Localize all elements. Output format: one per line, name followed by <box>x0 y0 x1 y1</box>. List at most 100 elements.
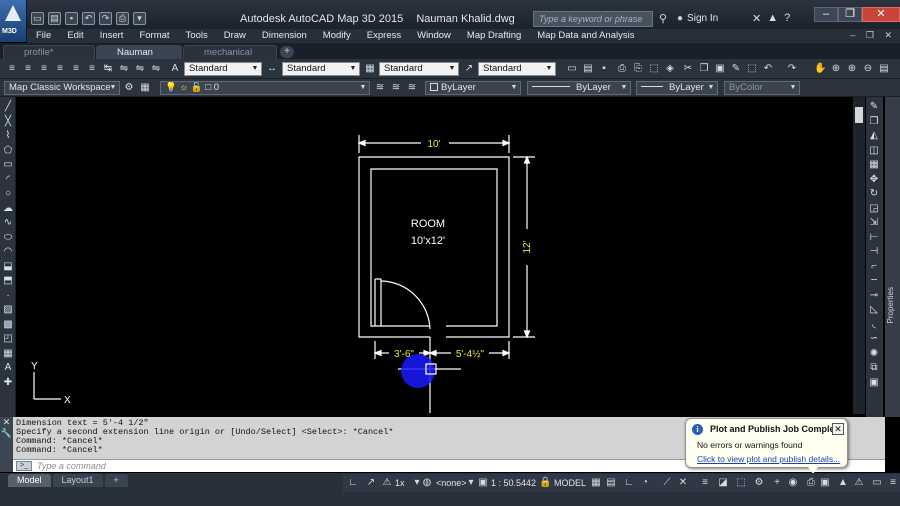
table-icon[interactable]: ▦ <box>2 348 14 360</box>
help-icon[interactable]: ? <box>784 12 790 25</box>
document-window-controls[interactable]: – ❐ ✕ <box>850 30 896 41</box>
menu-item-tools[interactable]: Tools <box>178 29 216 43</box>
transparency-icon[interactable]: ◪ <box>717 477 729 489</box>
construction-line-icon[interactable]: ╳ <box>2 116 14 128</box>
trim-icon[interactable]: ⊢ <box>868 232 880 244</box>
open-file-icon[interactable]: ▤ <box>48 11 61 25</box>
isolate-objects-icon[interactable]: ⚠ <box>853 477 865 489</box>
tab-model[interactable]: Model <box>8 474 51 487</box>
multiline-text-icon[interactable]: A <box>2 362 14 374</box>
new-tab-button[interactable]: + <box>280 46 294 58</box>
line-icon[interactable]: ╱ <box>2 101 14 113</box>
text-style-dropdown[interactable]: Standard ▼ <box>184 62 262 76</box>
insert-block-icon[interactable]: ⬓ <box>2 261 14 273</box>
application-menu-button[interactable]: M3D <box>0 0 27 42</box>
communication-center-icon[interactable]: ▣ <box>819 477 831 489</box>
layer-tool-icon[interactable]: ↹ <box>102 63 114 75</box>
file-tab-nauman-khalid[interactable]: Nauman Khalid* <box>96 45 182 72</box>
object-snap-tracking-icon[interactable]: ↗ <box>365 477 377 489</box>
arc-icon[interactable]: ◜ <box>2 174 14 186</box>
clean-screen-icon[interactable]: ▭ <box>871 477 883 489</box>
polyline-icon[interactable]: ⌇ <box>2 130 14 142</box>
layer-tool-icon[interactable]: ⇋ <box>150 63 162 75</box>
fillet-icon[interactable]: ◟ <box>868 319 880 331</box>
3d-dwf-icon[interactable]: ◈ <box>664 63 676 75</box>
offset-icon[interactable]: ◫ <box>868 145 880 157</box>
array-icon[interactable]: ▦ <box>868 159 880 171</box>
break-icon[interactable]: ╌ <box>868 275 880 287</box>
osnap-icon[interactable]: ✕ <box>677 477 689 489</box>
layer-tool-icon[interactable]: ≡ <box>22 63 34 75</box>
move-icon[interactable]: ✥ <box>868 174 880 186</box>
dimension-style-dropdown[interactable]: Standard ▼ <box>282 62 360 76</box>
snap-mode-icon[interactable]: ∟ <box>347 477 359 489</box>
save-drawing-icon[interactable]: ▪ <box>598 63 610 75</box>
cut-icon[interactable]: ✂ <box>682 63 694 75</box>
ellipse-arc-icon[interactable]: ◠ <box>2 246 14 258</box>
new-file-icon[interactable]: ▭ <box>31 11 44 25</box>
layer-tool-icon[interactable]: ≡ <box>6 63 18 75</box>
layer-tool-icon[interactable]: ≡ <box>86 63 98 75</box>
menu-item-express[interactable]: Express <box>359 29 409 43</box>
map-scale-icon[interactable]: ▣ <box>477 477 489 489</box>
notification-close-button[interactable]: ✕ <box>832 423 844 435</box>
binoculars-search-icon[interactable]: ⚲ <box>659 12 673 26</box>
minimize-button[interactable]: – <box>814 7 838 22</box>
dropdown-arrow-icon[interactable]: ▾ <box>465 477 477 489</box>
annotation-visibility-scale[interactable]: 1x <box>395 476 405 490</box>
circle-icon[interactable]: ○ <box>2 188 14 200</box>
properties-icon[interactable]: ▤ <box>878 63 890 75</box>
workspace-switching-icon[interactable]: ⚙ <box>753 477 765 489</box>
file-tab-mechanical-fitting[interactable]: mechanical fitting-8 <box>183 45 277 72</box>
restore-button[interactable]: ❐ <box>838 7 862 22</box>
menu-item-modify[interactable]: Modify <box>315 29 359 43</box>
redo-icon[interactable]: ↷ <box>99 11 112 25</box>
open-drawing-icon[interactable]: ▤ <box>582 63 594 75</box>
quick-properties-icon[interactable]: ◉ <box>787 477 799 489</box>
ellipse-icon[interactable]: ⬭ <box>2 232 14 244</box>
vertical-scrollbar[interactable] <box>853 97 865 414</box>
coordinate-system-globe-icon[interactable]: ◍ <box>421 477 433 489</box>
make-block-icon[interactable]: ⬒ <box>2 275 14 287</box>
menu-item-format[interactable]: Format <box>131 29 177 43</box>
break-at-point-icon[interactable]: ⌐ <box>868 261 880 273</box>
layer-tool-icon[interactable]: ≡ <box>70 63 82 75</box>
menu-item-window[interactable]: Window <box>409 29 459 43</box>
publish-icon[interactable]: ⬚ <box>648 63 660 75</box>
snap-icon[interactable]: ▤ <box>605 477 617 489</box>
customize-command-icon[interactable]: 🔧 <box>0 428 13 439</box>
plot-status-tray-icon[interactable]: ⎙ <box>805 477 817 489</box>
menu-item-draw[interactable]: Draw <box>216 29 254 43</box>
lock-icon[interactable]: 🔒 <box>539 477 551 489</box>
exchange-apps-icon[interactable]: ✕ <box>752 12 761 25</box>
gradient-icon[interactable]: ▩ <box>2 319 14 331</box>
join-icon[interactable]: ⊸ <box>868 290 880 302</box>
selection-cycling-icon[interactable]: ⬚ <box>735 477 747 489</box>
group-icon[interactable]: ▣ <box>868 377 880 389</box>
hardware-acceleration-icon[interactable]: ▲ <box>837 477 849 489</box>
hatch-icon[interactable]: ▨ <box>2 304 14 316</box>
undo-icon[interactable]: ↶ <box>82 11 95 25</box>
pan-icon[interactable]: ✋ <box>814 63 826 75</box>
layer-tool-icon[interactable]: ≡ <box>54 63 66 75</box>
menu-item-file[interactable]: File <box>27 29 59 43</box>
menu-item-map-drafting[interactable]: Map Drafting <box>459 29 529 43</box>
redo-icon[interactable]: ↷ <box>786 63 798 75</box>
blend-curves-icon[interactable]: ∽ <box>868 333 880 345</box>
extend-icon[interactable]: ⊣ <box>868 246 880 258</box>
color-dropdown[interactable]: ByLayer ▼ <box>425 81 521 95</box>
layer-tool-icon[interactable]: ≡ <box>38 63 50 75</box>
scrollbar-thumb[interactable] <box>855 107 863 123</box>
polar-tracking-icon[interactable]: ◔ <box>639 477 651 489</box>
customize-qat-icon[interactable]: ▾ <box>133 11 146 25</box>
plot-icon[interactable]: ⎙ <box>616 63 628 75</box>
draw-order-icon[interactable]: ⧉ <box>868 362 880 374</box>
add-layout-button[interactable]: + <box>104 474 128 487</box>
annotation-scale-icon[interactable]: ⚠ <box>381 477 393 489</box>
file-tab-profile[interactable]: profile* <box>3 45 95 59</box>
explode-icon[interactable]: ✺ <box>868 348 880 360</box>
command-window-handle[interactable]: ✕ 🔧 <box>0 417 13 472</box>
linetype-dropdown[interactable]: ByLayer ▼ <box>527 81 631 95</box>
lineweight-dropdown[interactable]: ByLayer ▼ <box>636 81 718 95</box>
copy-icon[interactable]: ❐ <box>868 116 880 128</box>
